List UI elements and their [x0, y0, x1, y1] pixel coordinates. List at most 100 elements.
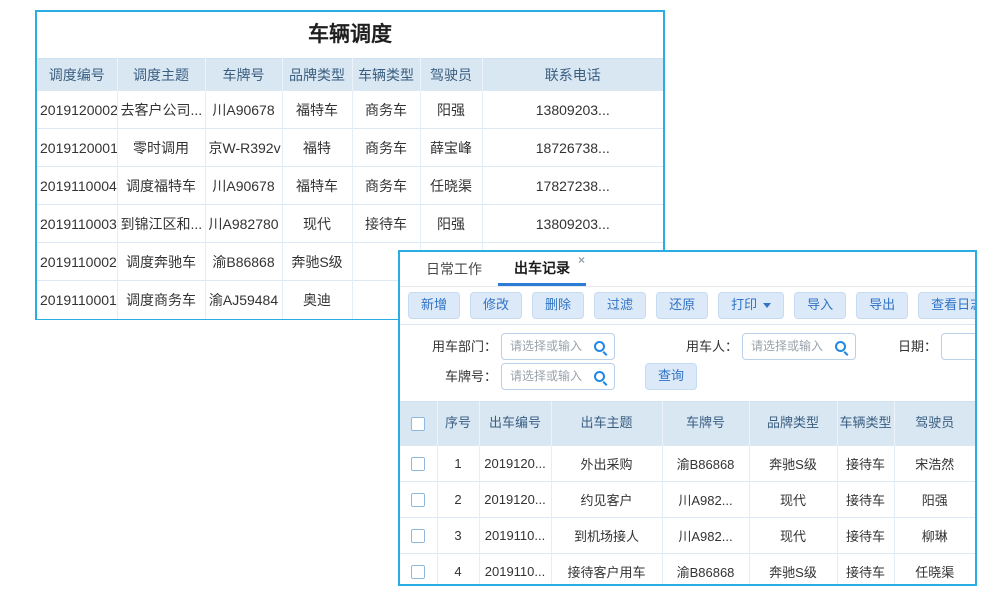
- plate-link[interactable]: 渝B86868: [662, 553, 749, 586]
- dispatch-subject-link[interactable]: 去客户公司...: [117, 91, 205, 129]
- export-button[interactable]: 导出: [856, 292, 908, 319]
- select-all-checkbox[interactable]: [411, 417, 425, 431]
- filter-button[interactable]: 过滤: [594, 292, 646, 319]
- delete-button[interactable]: 删除: [532, 292, 584, 319]
- vehicle-type-cell: 接待车: [837, 553, 894, 586]
- user-label: 用车人：: [680, 333, 738, 360]
- dept-label: 用车部门：: [400, 333, 497, 360]
- brand-cell: 福特车: [282, 91, 352, 129]
- phone-cell: 17827238...: [482, 167, 663, 205]
- user-search-box: [742, 333, 856, 360]
- table-row: 1 2019120... 外出采购 渝B86868 奔驰S级 接待车 宋浩然: [400, 445, 975, 481]
- checkbox-cell: [400, 553, 437, 586]
- dispatch-id-link[interactable]: 2019120002: [37, 91, 117, 129]
- date-search-box: [941, 333, 977, 360]
- index-cell: 1: [437, 445, 479, 481]
- column-header-vehicle-type: 车辆类型: [352, 59, 420, 91]
- dispatch-subject-link[interactable]: 调度商务车: [117, 281, 205, 319]
- column-header-plate: 车牌号: [662, 401, 749, 445]
- phone-cell: 13809203...: [482, 205, 663, 243]
- driver-link[interactable]: 任晓渠: [894, 553, 975, 586]
- record-id-link[interactable]: 2019120...: [479, 445, 551, 481]
- column-header-record-id: 出车编号: [479, 401, 551, 445]
- search-icon[interactable]: [594, 341, 605, 352]
- dispatch-subject-link[interactable]: 调度福特车: [117, 167, 205, 205]
- table-row: 2 2019120... 约见客户 川A982... 现代 接待车 阳强: [400, 481, 975, 517]
- driver-link[interactable]: 宋浩然: [894, 445, 975, 481]
- plate-link[interactable]: 川A90678: [205, 167, 282, 205]
- index-cell: 3: [437, 517, 479, 553]
- plate-link[interactable]: 渝AJ59484: [205, 281, 282, 319]
- plate-link[interactable]: 渝B86868: [662, 445, 749, 481]
- plate-link[interactable]: 川A90678: [205, 91, 282, 129]
- plate-link[interactable]: 川A982...: [662, 481, 749, 517]
- driver-link[interactable]: 阳强: [420, 205, 482, 243]
- plate-link[interactable]: 渝B86868: [205, 243, 282, 281]
- driver-link[interactable]: 薛宝峰: [420, 129, 482, 167]
- brand-cell: 奔驰S级: [282, 243, 352, 281]
- table-row: 3 2019110... 到机场接人 川A982... 现代 接待车 柳琳: [400, 517, 975, 553]
- toolbar: 新增 修改 删除 过滤 还原 打印 导入 导出 查看日志: [400, 287, 975, 325]
- chevron-down-icon: [763, 303, 771, 308]
- dept-search-box: [501, 333, 615, 360]
- column-header-dispatch-subject: 调度主题: [117, 59, 205, 91]
- record-subject-link[interactable]: 外出采购: [551, 445, 662, 481]
- driver-link[interactable]: 任晓渠: [420, 167, 482, 205]
- row-checkbox[interactable]: [411, 493, 425, 507]
- print-dropdown-button[interactable]: 打印: [718, 292, 784, 319]
- record-subject-link[interactable]: 约见客户: [551, 481, 662, 517]
- record-subject-link[interactable]: 到机场接人: [551, 517, 662, 553]
- tab-dispatch-records[interactable]: 出车记录 ×: [498, 252, 586, 286]
- dispatch-subject-link[interactable]: 零时调用: [117, 129, 205, 167]
- driver-link[interactable]: 阳强: [894, 481, 975, 517]
- brand-cell: 福特车: [282, 167, 352, 205]
- vehicle-type-cell: 接待车: [837, 481, 894, 517]
- search-icon[interactable]: [594, 371, 605, 382]
- plate-input[interactable]: [502, 369, 594, 383]
- column-header-record-subject: 出车主题: [551, 401, 662, 445]
- vehicle-type-cell: 商务车: [352, 91, 420, 129]
- table-row: 4 2019110... 接待客户用车 渝B86868 奔驰S级 接待车 任晓渠: [400, 553, 975, 586]
- plate-link[interactable]: 川A982...: [662, 517, 749, 553]
- phone-cell: 13809203...: [482, 91, 663, 129]
- print-button-label: 打印: [731, 298, 757, 313]
- plate-link[interactable]: 京W-R392v: [205, 129, 282, 167]
- user-input[interactable]: [743, 339, 835, 353]
- filter-area: 用车部门： 用车人： 日期： 车牌号： 查询: [400, 325, 975, 401]
- record-subject-link[interactable]: 接待客户用车: [551, 553, 662, 586]
- date-input[interactable]: [942, 339, 977, 353]
- dispatch-id-link[interactable]: 2019110004: [37, 167, 117, 205]
- row-checkbox[interactable]: [411, 565, 425, 579]
- dispatch-id-link[interactable]: 2019110002: [37, 243, 117, 281]
- tab-close-icon[interactable]: ×: [578, 254, 585, 266]
- table-row: 2019120001 零时调用 京W-R392v 福特 商务车 薛宝峰 1872…: [37, 129, 663, 167]
- tab-daily-work[interactable]: 日常工作: [410, 252, 498, 286]
- import-button[interactable]: 导入: [794, 292, 846, 319]
- restore-button[interactable]: 还原: [656, 292, 708, 319]
- query-button[interactable]: 查询: [645, 363, 697, 390]
- add-button[interactable]: 新增: [408, 292, 460, 319]
- driver-link[interactable]: 阳强: [420, 91, 482, 129]
- dispatch-id-link[interactable]: 2019110001: [37, 281, 117, 319]
- plate-label: 车牌号：: [440, 363, 497, 390]
- dept-input[interactable]: [502, 339, 594, 353]
- record-id-link[interactable]: 2019110...: [479, 517, 551, 553]
- plate-link[interactable]: 川A982780: [205, 205, 282, 243]
- edit-button[interactable]: 修改: [470, 292, 522, 319]
- driver-link[interactable]: 柳琳: [894, 517, 975, 553]
- column-header-brand: 品牌类型: [749, 401, 837, 445]
- dispatch-id-link[interactable]: 2019110003: [37, 205, 117, 243]
- view-log-button[interactable]: 查看日志: [918, 292, 977, 319]
- record-id-link[interactable]: 2019120...: [479, 481, 551, 517]
- brand-cell: 现代: [282, 205, 352, 243]
- dispatch-id-link[interactable]: 2019120001: [37, 129, 117, 167]
- page-title: 车辆调度: [37, 12, 663, 58]
- dispatch-subject-link[interactable]: 调度奔驰车: [117, 243, 205, 281]
- row-checkbox[interactable]: [411, 529, 425, 543]
- vehicle-type-cell: 商务车: [352, 167, 420, 205]
- search-icon[interactable]: [835, 341, 846, 352]
- record-id-link[interactable]: 2019110...: [479, 553, 551, 586]
- checkbox-cell: [400, 481, 437, 517]
- row-checkbox[interactable]: [411, 457, 425, 471]
- dispatch-subject-link[interactable]: 到锦江区和...: [117, 205, 205, 243]
